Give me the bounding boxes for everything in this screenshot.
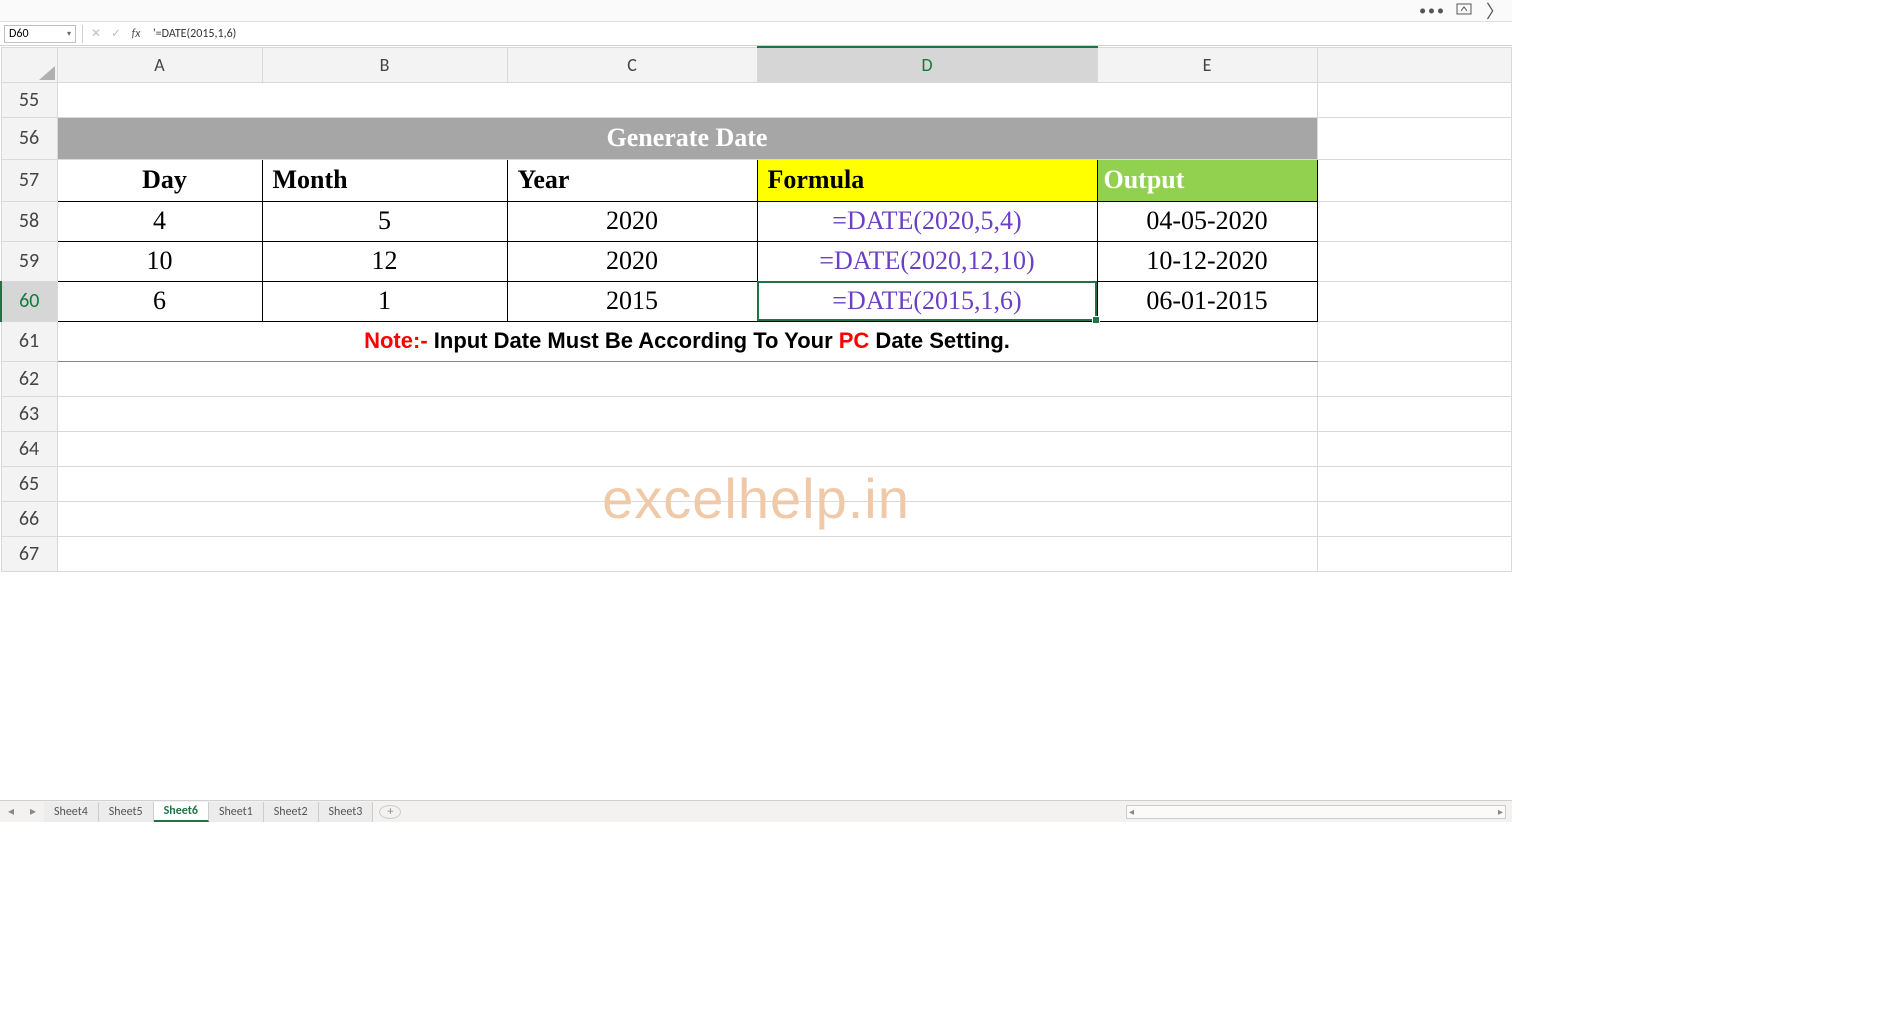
close-partial-icon[interactable]: 〉 [1486,0,1504,24]
cell-year[interactable]: 2015 [507,281,757,321]
cancel-icon[interactable]: ✕ [89,26,103,41]
note-text-2: Date Setting. [869,328,1010,353]
cell[interactable] [1317,396,1512,431]
cell-year[interactable]: 2020 [507,241,757,281]
col-header-B[interactable]: B [262,47,507,82]
cell-formula-selected[interactable]: =DATE(2015,1,6) [757,281,1097,321]
col-header-blank[interactable] [1317,47,1512,82]
cell-output[interactable]: 10-12-2020 [1097,241,1317,281]
header-day[interactable]: Day [57,159,262,201]
note-pc: PC [839,328,870,353]
cell[interactable] [57,536,1317,571]
formula-bar-row: D60 ▾ ✕ ✓ fx '=DATE(2015,1,6) [0,22,1512,46]
row-header-61[interactable]: 61 [1,321,57,361]
spreadsheet-grid: A B C D E 55 56 Generate Date 57 Day Mon… [0,46,1512,800]
note-text-1: Input Date Must Be According To Your [428,328,839,353]
cell[interactable] [1317,501,1512,536]
row-header-65[interactable]: 65 [1,466,57,501]
cell-output[interactable]: 04-05-2020 [1097,201,1317,241]
title-cell[interactable]: Generate Date [57,117,1317,159]
sheet-tab[interactable]: Sheet3 [319,802,374,822]
cell-day[interactable]: 10 [57,241,262,281]
tab-nav-next-icon[interactable]: ▸ [22,804,44,819]
header-output[interactable]: Output [1097,159,1317,201]
cell[interactable] [1317,82,1512,117]
chevron-down-icon[interactable]: ▾ [67,29,71,39]
select-all-corner[interactable] [1,47,57,82]
row-header-64[interactable]: 64 [1,431,57,466]
name-box-value: D60 [9,27,29,41]
cell[interactable] [57,501,1317,536]
row-header-55[interactable]: 55 [1,82,57,117]
cell[interactable] [57,431,1317,466]
cell[interactable] [1317,201,1512,241]
row-header-67[interactable]: 67 [1,536,57,571]
note-prefix: Note:- [364,328,428,353]
formula-bar-input[interactable]: '=DATE(2015,1,6) [153,27,1512,41]
header-formula[interactable]: Formula [757,159,1097,201]
col-header-D[interactable]: D [757,47,1097,82]
note-cell[interactable]: Note:- Input Date Must Be According To Y… [57,321,1317,361]
cell[interactable] [1317,536,1512,571]
ribbon-display-icon[interactable] [1456,1,1472,21]
cell-month[interactable]: 1 [262,281,507,321]
row-header-60[interactable]: 60 [1,281,57,321]
fx-icon[interactable]: fx [129,27,143,41]
header-year[interactable]: Year [507,159,757,201]
tab-nav-prev-icon[interactable]: ◂ [0,804,22,819]
cell[interactable] [57,396,1317,431]
cell-formula[interactable]: =DATE(2020,12,10) [757,241,1097,281]
cell[interactable] [1317,241,1512,281]
col-header-A[interactable]: A [57,47,262,82]
cell-month[interactable]: 5 [262,201,507,241]
cell[interactable] [1317,159,1512,201]
cell[interactable] [1317,466,1512,501]
cell-day[interactable]: 4 [57,201,262,241]
cell[interactable] [57,466,1317,501]
cell[interactable] [57,361,1317,396]
sheet-tab[interactable]: Sheet1 [209,802,264,822]
cell-month[interactable]: 12 [262,241,507,281]
row-header-62[interactable]: 62 [1,361,57,396]
formula-bar-buttons: ✕ ✓ fx [89,26,143,41]
col-header-E[interactable]: E [1097,47,1317,82]
row-header-58[interactable]: 58 [1,201,57,241]
cell[interactable] [1317,321,1512,361]
enter-icon[interactable]: ✓ [109,26,123,41]
sheet-tab[interactable]: Sheet5 [99,802,154,822]
row-header-66[interactable]: 66 [1,501,57,536]
sheet-tab[interactable]: Sheet4 [44,802,99,822]
cell[interactable] [1317,281,1512,321]
cell-day[interactable]: 6 [57,281,262,321]
sheet-tab-active[interactable]: Sheet6 [154,802,209,822]
row-header-59[interactable]: 59 [1,241,57,281]
more-options-icon[interactable]: ••• [1419,2,1446,19]
row-header-57[interactable]: 57 [1,159,57,201]
title-bar: ••• 〉 [0,0,1512,22]
cell[interactable] [1317,361,1512,396]
cell[interactable] [57,82,1317,117]
sheet-tab[interactable]: Sheet2 [264,802,319,822]
header-month[interactable]: Month [262,159,507,201]
cell-formula[interactable]: =DATE(2020,5,4) [757,201,1097,241]
cell-year[interactable]: 2020 [507,201,757,241]
col-header-C[interactable]: C [507,47,757,82]
horizontal-scrollbar[interactable] [1126,805,1506,819]
cell-output[interactable]: 06-01-2015 [1097,281,1317,321]
row-header-63[interactable]: 63 [1,396,57,431]
sheet-tab-bar: ◂ ▸ Sheet4 Sheet5 Sheet6 Sheet1 Sheet2 S… [0,800,1512,822]
row-header-56[interactable]: 56 [1,117,57,159]
name-box[interactable]: D60 ▾ [4,25,76,43]
add-sheet-icon[interactable]: + [379,805,401,819]
separator [82,25,83,43]
cell[interactable] [1317,117,1512,159]
cell[interactable] [1317,431,1512,466]
